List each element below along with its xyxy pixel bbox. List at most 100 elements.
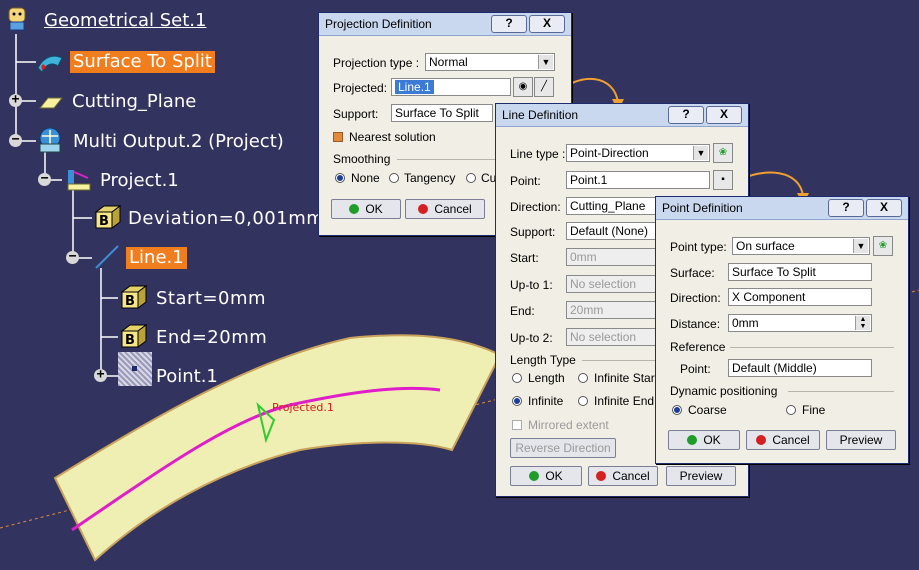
reverse-direction-button[interactable]: Reverse Direction	[510, 438, 616, 458]
dialog-title: Point Definition	[662, 201, 743, 215]
ok-button[interactable]: OK	[510, 466, 582, 486]
collapse-icon[interactable]: −	[66, 250, 79, 264]
distance-field[interactable]: 0mm ▲ ▼	[728, 314, 872, 332]
group-divider	[582, 360, 657, 361]
support-label: Support:	[510, 225, 556, 239]
preview-button[interactable]: Preview	[666, 466, 736, 486]
nearest-solution-checkbox[interactable]	[333, 132, 343, 142]
cancel-button[interactable]: Cancel	[405, 199, 485, 219]
projected-field[interactable]: Line.1	[391, 78, 511, 96]
point-field[interactable]: Point.1	[566, 171, 710, 189]
expand-icon[interactable]: +	[9, 93, 22, 107]
support-field[interactable]: Default (None)	[566, 222, 656, 240]
point-icon[interactable]	[118, 352, 152, 386]
dialog-title: Projection Definition	[325, 17, 432, 31]
projection-dialog-titlebar[interactable]: Projection Definition ? X	[319, 13, 571, 36]
collapse-icon[interactable]: −	[9, 133, 22, 147]
infinite-end-radio[interactable]	[578, 396, 588, 406]
chevron-down-icon[interactable]: ▼	[693, 146, 708, 160]
surface-icon[interactable]	[36, 48, 64, 76]
infinite-end-label: Infinite End	[594, 394, 655, 408]
mirrored-extent-checkbox[interactable]	[512, 420, 522, 430]
reference-label: Reference	[670, 340, 726, 354]
help-button[interactable]: ?	[828, 199, 864, 217]
help-button[interactable]: ?	[668, 106, 704, 124]
smoothing-curvature-radio[interactable]	[466, 173, 476, 183]
multi-output-icon[interactable]	[34, 124, 66, 156]
smoothing-none-radio[interactable]	[335, 173, 345, 183]
tree-node-surface-to-split[interactable]: Surface To Split	[70, 51, 215, 73]
tree-node-deviation[interactable]: Deviation=0,001mm	[128, 208, 324, 230]
help-button[interactable]: ?	[491, 15, 527, 33]
tree-node-point[interactable]: Point.1	[156, 366, 218, 388]
upto2-field[interactable]: No selection	[566, 328, 656, 346]
point-label: Point:	[510, 174, 541, 188]
smoothing-tangency-radio[interactable]	[389, 173, 399, 183]
coarse-radio[interactable]	[672, 405, 682, 415]
line-icon[interactable]	[92, 242, 122, 272]
line-type-select[interactable]: Point-Direction ▼	[566, 144, 710, 162]
ok-button[interactable]: OK	[668, 430, 740, 450]
infinite-start-label: Infinite Star	[594, 371, 655, 385]
point-definition-dialog: Point Definition ? X Point type: On surf…	[655, 196, 909, 464]
start-field[interactable]: 0mm	[566, 248, 656, 266]
chevron-down-icon[interactable]: ▼	[538, 55, 553, 69]
close-button[interactable]: X	[529, 15, 565, 33]
direction-field[interactable]: Cutting_Plane	[566, 197, 656, 215]
line-dialog-titlebar[interactable]: Line Definition ? X	[496, 104, 748, 127]
ok-button[interactable]: OK	[331, 199, 401, 219]
group-divider	[788, 391, 894, 392]
svg-text:B: B	[99, 214, 109, 229]
length-radio[interactable]	[512, 373, 522, 383]
tree-node-start[interactable]: Start=0mm	[156, 288, 266, 310]
line-type-label: Line type :	[510, 147, 566, 161]
project-icon[interactable]	[64, 166, 94, 194]
tree-node-end[interactable]: End=20mm	[156, 327, 267, 349]
fine-radio[interactable]	[786, 405, 796, 415]
close-button[interactable]: X	[706, 106, 742, 124]
upto1-field[interactable]: No selection	[566, 275, 656, 293]
surface-label: Surface:	[670, 266, 715, 280]
dialog-title: Line Definition	[502, 108, 579, 122]
point-dialog-titlebar[interactable]: Point Definition ? X	[656, 197, 908, 220]
infinite-radio[interactable]	[512, 396, 522, 406]
close-button[interactable]: X	[866, 199, 902, 217]
surface-field[interactable]: Surface To Split	[728, 263, 872, 281]
globe-icon[interactable]: ◉	[513, 77, 533, 97]
parameter-b-icon[interactable]: B	[92, 202, 122, 232]
expand-icon[interactable]: +	[94, 368, 107, 382]
collapse-icon[interactable]: −	[38, 172, 51, 186]
tree-node-line[interactable]: Line.1	[126, 247, 187, 269]
plane-icon[interactable]	[36, 92, 64, 112]
cancel-button[interactable]: Cancel	[746, 430, 820, 450]
ref-point-field[interactable]: Default (Middle)	[728, 359, 872, 377]
projection-type-select[interactable]: Normal ▼	[425, 53, 555, 71]
ok-icon	[687, 435, 698, 445]
chevron-down-icon[interactable]: ▼	[853, 239, 868, 253]
point-tool-icon[interactable]: ▪	[713, 170, 733, 190]
cancel-button[interactable]: Cancel	[588, 466, 658, 486]
tree-node-geometrical-set[interactable]: Geometrical Set.1	[44, 10, 206, 32]
parameter-b-icon[interactable]: B	[118, 282, 148, 312]
ok-icon	[529, 471, 540, 481]
mirrored-extent-label: Mirrored extent	[528, 418, 609, 432]
direction-field[interactable]: X Component	[728, 288, 872, 306]
fine-label: Fine	[802, 403, 826, 417]
tree-node-cutting-plane[interactable]: Cutting_Plane	[72, 91, 196, 113]
start-label: Start:	[510, 251, 539, 265]
projected-label: Projected:	[333, 81, 388, 95]
end-field[interactable]: 20mm	[566, 301, 656, 319]
spinner-icon[interactable]: ▲ ▼	[855, 316, 870, 330]
geometrical-set-icon[interactable]	[6, 6, 28, 32]
preview-button[interactable]: Preview	[826, 430, 896, 450]
line-tool-icon[interactable]: ╱	[534, 77, 554, 97]
parameter-b-icon[interactable]: B	[118, 321, 148, 351]
support-field[interactable]: Surface To Split	[391, 104, 493, 122]
lock-icon[interactable]: ❀	[713, 143, 733, 163]
tree-node-project[interactable]: Project.1	[100, 170, 179, 192]
point-type-select[interactable]: On surface ▼	[732, 237, 870, 255]
infinite-start-radio[interactable]	[578, 373, 588, 383]
tree-node-multi-output[interactable]: Multi Output.2 (Project)	[73, 131, 284, 153]
projection-type-label: Projection type :	[333, 56, 420, 70]
lock-icon[interactable]: ❀	[873, 236, 893, 256]
